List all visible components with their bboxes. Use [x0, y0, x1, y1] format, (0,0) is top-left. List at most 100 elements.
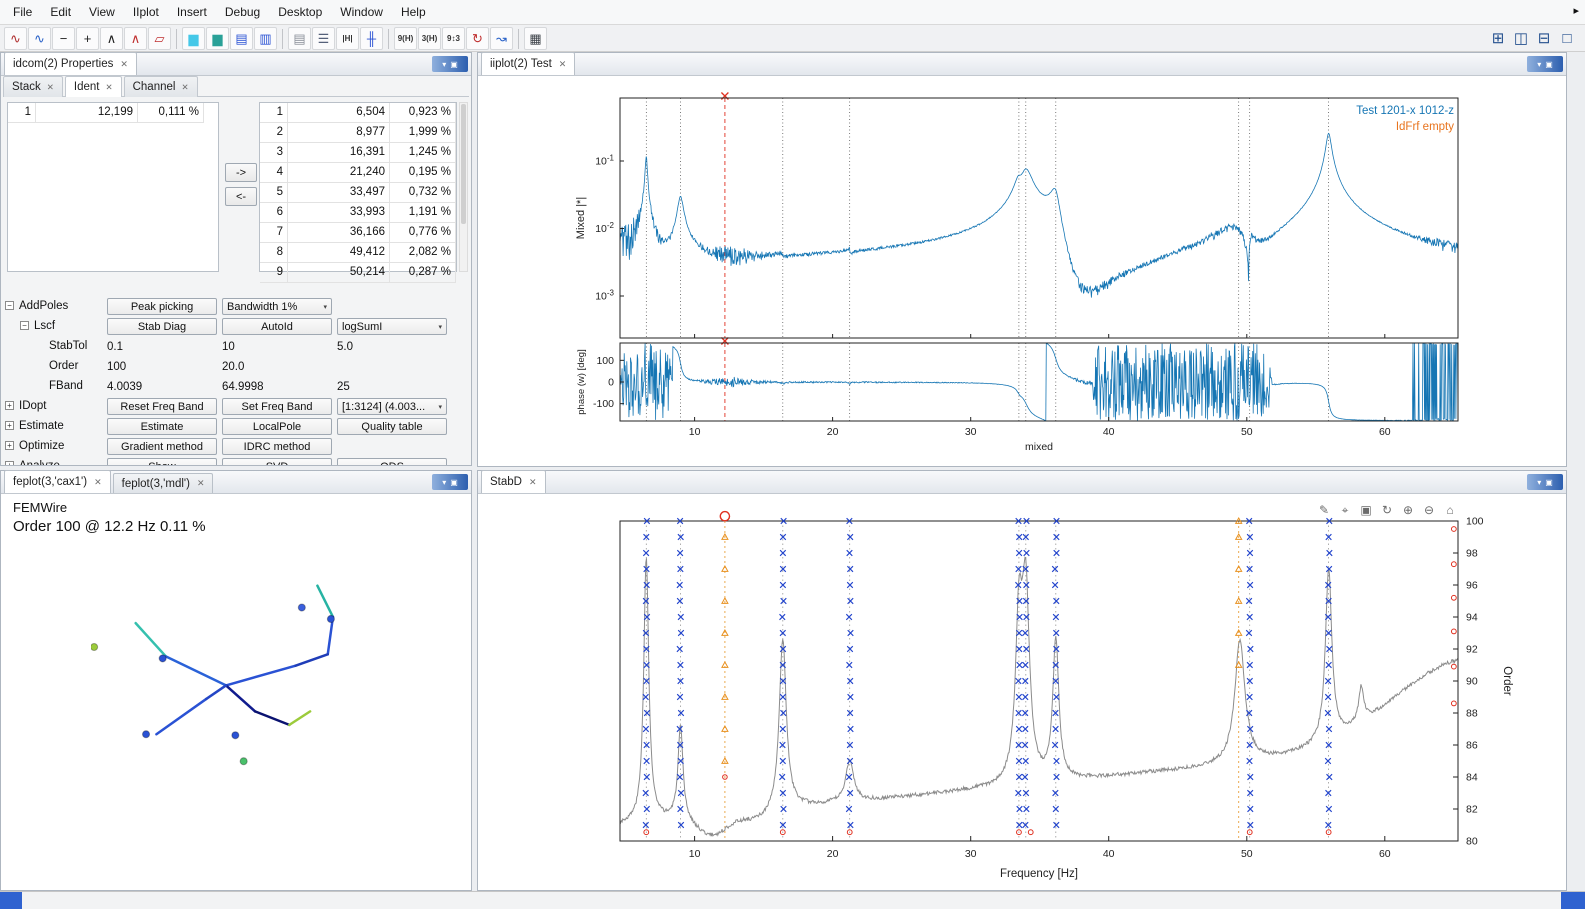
undock-icon[interactable]: ▣ [1545, 478, 1553, 487]
iiplot-figure-icon[interactable]: ∿ [4, 27, 27, 50]
zoom-in-icon[interactable]: ⊕ [1400, 502, 1416, 518]
close-icon[interactable]: ✕ [197, 478, 205, 489]
close-icon[interactable]: ✕ [559, 59, 567, 70]
dock-controls[interactable]: ▾ ▣ [1527, 56, 1563, 72]
minimize-icon[interactable]: ▾ [1537, 60, 1541, 69]
zoom-out-icon[interactable]: ⊖ [1421, 502, 1437, 518]
button-stab-diag[interactable]: Stab Diag [107, 318, 217, 335]
button-quality-table[interactable]: Quality table [337, 418, 447, 435]
button-autoid[interactable]: AutoId [222, 318, 332, 335]
channel-913-icon[interactable]: 9↕3 [442, 27, 465, 50]
collapse-icon[interactable]: − [5, 301, 14, 310]
combo-bandwidth-1[interactable]: Bandwidth 1%▾ [222, 298, 332, 315]
close-icon[interactable]: ✕ [120, 59, 128, 70]
value-100[interactable]: 100 [107, 358, 126, 376]
data-cursor-icon[interactable]: ⌖ [1337, 502, 1353, 518]
phase-display-icon[interactable]: ╫ [360, 27, 383, 50]
value-0-1[interactable]: 0.1 [107, 338, 123, 356]
edit-plot-icon[interactable]: ✎ [1316, 502, 1332, 518]
button-peak-picking[interactable]: Peak picking [107, 298, 217, 315]
tab-iiplot-test[interactable]: iiplot(2) Test ✕ [481, 52, 575, 75]
value-25[interactable]: 25 [337, 378, 350, 396]
minimize-icon[interactable]: ▾ [442, 478, 446, 487]
hbars-icon[interactable]: ▤ [230, 27, 253, 50]
lines-view-icon[interactable]: ☰ [312, 27, 335, 50]
stabd-canvas[interactable]: 10203040506080828486889092949698100Frequ… [478, 494, 1566, 890]
tab-feplot-cax1[interactable]: feplot(3,'cax1') ✕ [4, 470, 111, 493]
dock-controls[interactable]: ▾ ▣ [432, 56, 468, 72]
combo-logsumi[interactable]: logSumI▾ [337, 318, 447, 335]
layout-columns-icon[interactable]: ◫ [1511, 28, 1531, 48]
annotate-icon[interactable]: ▱ [148, 27, 171, 50]
value-5-0[interactable]: 5.0 [337, 338, 353, 356]
button-estimate[interactable]: Estimate [107, 418, 217, 435]
surface-cyan-icon[interactable]: ▆ [182, 27, 205, 50]
wireframe-canvas[interactable] [91, 574, 361, 774]
surface-teal-icon[interactable]: ▆ [206, 27, 229, 50]
close-icon[interactable]: ✕ [529, 477, 537, 488]
svg-text:10-2: 10-2 [595, 221, 614, 235]
button-reset-freq-band[interactable]: Reset Freq Band [107, 398, 217, 415]
button-gradient-method[interactable]: Gradient method [107, 438, 217, 455]
peak-picking-icon[interactable]: ∧ [100, 27, 123, 50]
curve-tool-icon[interactable]: ↝ [490, 27, 513, 50]
button-set-freq-band[interactable]: Set Freq Band [222, 398, 332, 415]
menu-edit[interactable]: Edit [41, 1, 80, 23]
menu-iiplot[interactable]: IIplot [124, 1, 168, 23]
iiplot-canvas[interactable]: 10203040506010-110-210-31000-100Mixed |*… [478, 76, 1566, 466]
menu-help[interactable]: Help [392, 1, 435, 23]
tab-feplot-mdl[interactable]: feplot(3,'mdl') ✕ [113, 473, 214, 493]
vbars-icon[interactable]: ▥ [254, 27, 277, 50]
dock-controls[interactable]: ▾ ▣ [432, 474, 468, 490]
layout-grid-icon[interactable]: ⊞ [1488, 28, 1508, 48]
colormap-icon[interactable]: ▣ [1358, 502, 1374, 518]
menu-debug[interactable]: Debug [216, 1, 269, 23]
button-ods[interactable]: ODS [337, 458, 447, 465]
undock-icon[interactable]: ▣ [1545, 60, 1553, 69]
value-4-0039[interactable]: 4.0039 [107, 378, 142, 396]
tab-stabd[interactable]: StabD ✕ [481, 470, 546, 493]
expand-icon[interactable]: + [5, 421, 14, 430]
home-icon[interactable]: ⌂ [1442, 502, 1458, 518]
menu-view[interactable]: View [80, 1, 124, 23]
tab-idcom-properties[interactable]: idcom(2) Properties ✕ [4, 52, 137, 75]
minimize-icon[interactable]: ▾ [442, 60, 446, 69]
rotate-icon[interactable]: ↻ [1379, 502, 1395, 518]
peak-select-icon[interactable]: ∧ [124, 27, 147, 50]
expand-icon[interactable]: + [5, 441, 14, 450]
zoom-in-icon[interactable]: + [76, 27, 99, 50]
combo-1-3124-4-003[interactable]: [1:3124] (4.003...▾ [337, 398, 447, 415]
expand-icon[interactable]: + [5, 401, 14, 410]
feplot-figure-icon[interactable]: ∿ [28, 27, 51, 50]
layout-single-icon[interactable]: □ [1557, 28, 1577, 48]
feplot-content[interactable]: FEMWire Order 100 @ 12.2 Hz 0.11 % [1, 494, 471, 890]
menu-desktop[interactable]: Desktop [269, 1, 331, 23]
svg-text:60: 60 [1379, 426, 1391, 438]
layout-rows-icon[interactable]: ⊟ [1534, 28, 1554, 48]
menu-file[interactable]: File [4, 1, 41, 23]
menu-insert[interactable]: Insert [168, 1, 216, 23]
channel-9h-icon[interactable]: 9(H) [394, 27, 417, 50]
menu-overflow-icon[interactable]: ▸ [1573, 4, 1579, 17]
zoom-out-icon[interactable]: − [52, 27, 75, 50]
button-idrc-method[interactable]: IDRC method [222, 438, 332, 455]
gamepad-icon[interactable]: ▦ [524, 27, 547, 50]
minimize-icon[interactable]: ▾ [1537, 478, 1541, 487]
close-icon[interactable]: ✕ [94, 477, 102, 488]
value-20-0[interactable]: 20.0 [222, 358, 244, 376]
list-view-icon[interactable]: ▤ [288, 27, 311, 50]
dock-controls[interactable]: ▾ ▣ [1527, 474, 1563, 490]
channel-3h-icon[interactable]: 3(H) [418, 27, 441, 50]
button-show[interactable]: Show [107, 458, 217, 465]
undock-icon[interactable]: ▣ [450, 60, 458, 69]
expand-icon[interactable]: + [5, 461, 14, 465]
refresh-icon[interactable]: ↻ [466, 27, 489, 50]
menu-window[interactable]: Window [331, 1, 392, 23]
undock-icon[interactable]: ▣ [450, 478, 458, 487]
value-10[interactable]: 10 [222, 338, 235, 356]
abs-display-icon[interactable]: |H| [336, 27, 359, 50]
collapse-icon[interactable]: − [20, 321, 29, 330]
button-svd[interactable]: SVD [222, 458, 332, 465]
button-localpole[interactable]: LocalPole [222, 418, 332, 435]
value-64-9998[interactable]: 64.9998 [222, 378, 264, 396]
